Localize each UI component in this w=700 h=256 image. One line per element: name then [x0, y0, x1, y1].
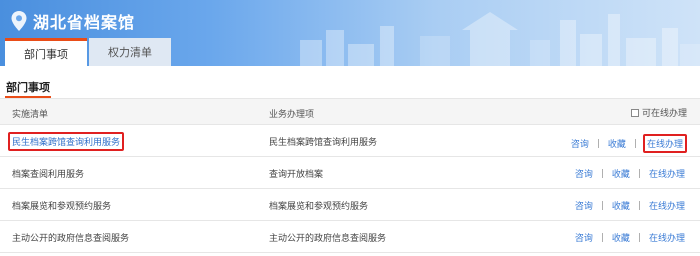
- site-title: 湖北省档案馆: [33, 13, 136, 32]
- consult-link[interactable]: 咨询: [573, 230, 595, 245]
- action-separator: |: [637, 168, 641, 179]
- service-item: 档案展览和参观预约服务: [269, 202, 369, 212]
- tab-department-items[interactable]: 部门事项: [5, 38, 87, 66]
- table-row: 主动公开的政府信息查阅服务 主动公开的政府信息查阅服务 咨询 | 收藏 | 在线…: [0, 221, 700, 253]
- row-actions: 咨询 | 收藏 | 在线办理: [573, 198, 687, 213]
- column-header-item: 业务办理项: [269, 110, 315, 120]
- action-separator: |: [637, 200, 641, 211]
- row-actions: 咨询 | 收藏 | 在线办理: [573, 166, 687, 181]
- service-name-link[interactable]: 民生档案跨馆查询利用服务: [8, 132, 125, 151]
- row-actions: 咨询 | 收藏 | 在线办理: [569, 134, 687, 153]
- service-name-link[interactable]: 档案展览和参观预约服务: [12, 199, 111, 212]
- service-name-link[interactable]: 主动公开的政府信息查阅服务: [12, 231, 129, 244]
- action-separator: |: [596, 138, 600, 149]
- favorite-link[interactable]: 收藏: [610, 198, 632, 213]
- online-handle-link[interactable]: 在线办理: [647, 166, 687, 181]
- site-brand[interactable]: 湖北省档案馆: [10, 9, 135, 33]
- online-only-filter[interactable]: 可在线办理: [630, 106, 687, 119]
- consult-link[interactable]: 咨询: [573, 166, 595, 181]
- table-header: 实施清单 业务办理项 可在线办理: [0, 99, 700, 125]
- tab-power-list[interactable]: 权力清单: [89, 38, 171, 66]
- service-table: 实施清单 业务办理项 可在线办理 民生档案跨馆查询利用服务 民生档案跨馆查询利用…: [0, 99, 700, 253]
- row-actions: 咨询 | 收藏 | 在线办理: [573, 230, 687, 245]
- service-item: 民生档案跨馆查询利用服务: [269, 138, 378, 148]
- favorite-link[interactable]: 收藏: [606, 136, 628, 151]
- column-header-name: 实施清单: [12, 110, 49, 120]
- location-pin-icon: [11, 11, 27, 31]
- section-title: 部门事项: [6, 81, 50, 94]
- action-separator: |: [600, 200, 604, 211]
- table-row: 档案查阅利用服务 查询开放档案 咨询 | 收藏 | 在线办理: [0, 157, 700, 189]
- favorite-link[interactable]: 收藏: [610, 230, 632, 245]
- checkbox-icon[interactable]: [630, 108, 639, 117]
- consult-link[interactable]: 咨询: [569, 136, 591, 151]
- consult-link[interactable]: 咨询: [573, 198, 595, 213]
- service-name-link[interactable]: 档案查阅利用服务: [12, 167, 84, 180]
- action-separator: |: [600, 232, 604, 243]
- online-handle-link[interactable]: 在线办理: [642, 134, 687, 153]
- favorite-link[interactable]: 收藏: [610, 166, 632, 181]
- online-filter-label: 可在线办理: [641, 109, 687, 119]
- service-item: 查询开放档案: [269, 170, 324, 180]
- action-separator: |: [600, 168, 604, 179]
- table-row: 档案展览和参观预约服务 档案展览和参观预约服务 咨询 | 收藏 | 在线办理: [0, 189, 700, 221]
- online-handle-link[interactable]: 在线办理: [647, 230, 687, 245]
- online-handle-link[interactable]: 在线办理: [647, 198, 687, 213]
- action-separator: |: [637, 232, 641, 243]
- table-row: 民生档案跨馆查询利用服务 民生档案跨馆查询利用服务 咨询 | 收藏 | 在线办理: [0, 125, 700, 157]
- action-separator: |: [633, 138, 637, 149]
- service-item: 主动公开的政府信息查阅服务: [269, 234, 387, 244]
